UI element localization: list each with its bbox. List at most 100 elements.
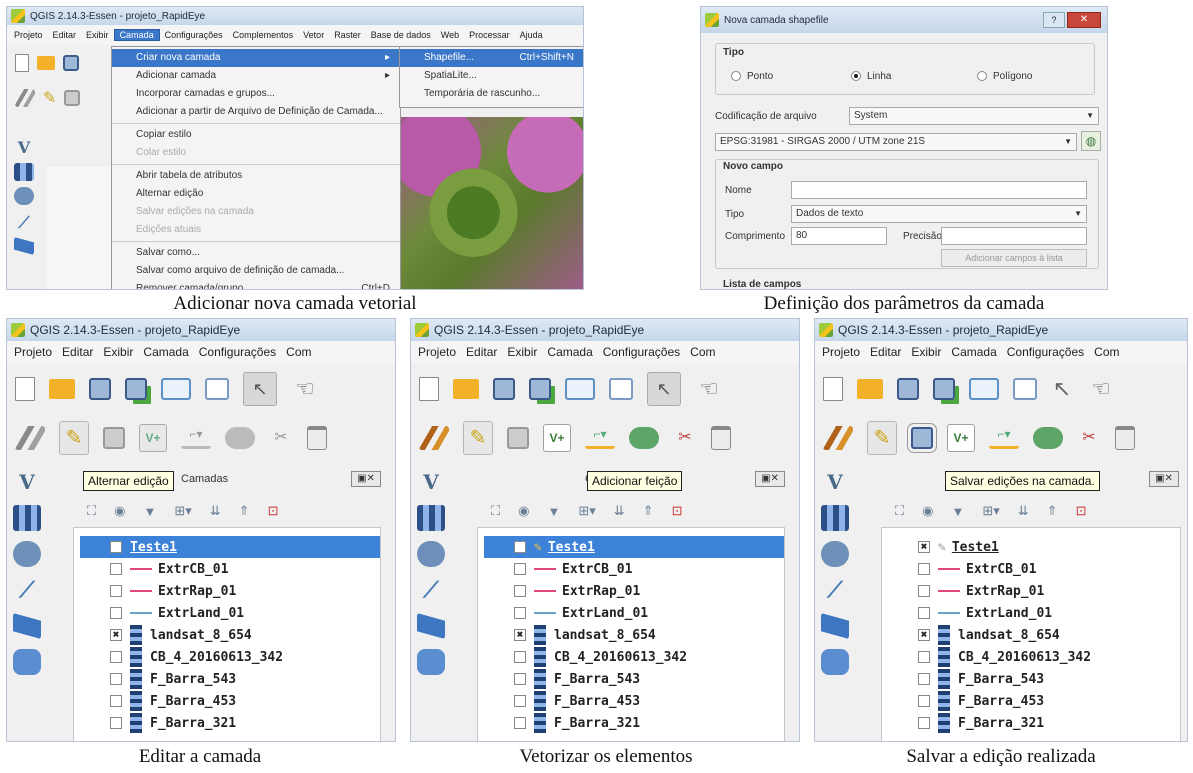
help-button[interactable]: ? [1043,12,1065,28]
layer-checkbox[interactable]: ✖ [514,629,526,641]
layer-checkbox[interactable] [514,563,526,575]
layer-checkbox[interactable] [110,695,122,707]
layer-checkbox[interactable] [918,695,930,707]
save-project-icon[interactable] [63,55,79,71]
add-raster-icon[interactable] [821,505,849,531]
add-feature-icon[interactable]: V+ [139,424,167,452]
add-raster-icon[interactable] [13,505,41,531]
save-as-icon[interactable] [125,378,147,400]
layer-row-extrcb[interactable]: ExtrCB_01 [484,558,784,580]
menu-configuracoes[interactable]: Configurações [194,345,281,359]
menu-configuracoes[interactable]: Configurações [598,345,685,359]
cut-features-icon[interactable]: ✂ [673,427,697,449]
add-shape-icon[interactable] [14,237,34,255]
layer-checkbox[interactable]: ✖ [110,629,122,641]
radio-poligono[interactable]: Polígono [977,71,1032,82]
close-window-button[interactable]: ✕ [1067,12,1101,28]
new-project-icon[interactable] [419,377,439,401]
select-tool-icon[interactable]: ↖ [647,372,681,406]
layer-checkbox[interactable] [110,563,122,575]
add-delimited-icon[interactable] [13,649,41,675]
menu-exibir[interactable]: Exibir [98,345,138,359]
save-as-icon[interactable] [529,378,551,400]
add-vector-icon[interactable]: V [417,469,445,495]
new-composer-icon[interactable] [969,378,999,400]
menu-item-criar-nova-camada[interactable]: Criar nova camada ▸ [112,49,400,67]
layer-checkbox[interactable] [514,585,526,597]
layer-row-fbarra453[interactable]: F_Barra_453 [80,690,380,712]
save-project-icon[interactable] [89,378,111,400]
layer-checkbox[interactable] [514,717,526,729]
radio-linha-circle[interactable] [851,71,861,82]
menu-item-remover-camada[interactable]: Remover camada/grupo Ctrl+D [112,280,400,289]
move-feature-icon[interactable] [1033,427,1063,449]
layer-checkbox[interactable] [110,607,122,619]
menu-base-de-dados[interactable]: Base de dados [366,30,436,40]
save-edits-icon[interactable] [103,427,125,449]
menu-complementos[interactable]: Com [281,345,316,359]
menu-item-alternar-edicao[interactable]: Alternar edição [112,185,400,203]
remove-layer-icon[interactable]: ⊡ [672,503,683,519]
layer-row-fbarra453[interactable]: F_Barra_453 [888,690,1180,712]
collapse-icon[interactable]: ⇊ [1018,503,1029,519]
layer-row-extrrap[interactable]: ExtrRap_01 [80,580,380,602]
add-delimited-icon[interactable] [417,649,445,675]
new-project-icon[interactable] [823,377,843,401]
layer-row-extrcb[interactable]: ExtrCB_01 [888,558,1180,580]
open-project-icon[interactable] [857,379,883,399]
pan-hand-icon[interactable]: ☜ [695,374,723,404]
add-raster-icon[interactable] [417,505,445,531]
layer-checkbox[interactable]: ✖ [918,629,930,641]
cut-features-icon[interactable]: ✂ [1077,427,1101,449]
layer-row-landsat[interactable]: ✖ landsat_8_654 [80,624,380,646]
current-edits-icon[interactable] [419,426,449,450]
menu-web[interactable]: Web [436,30,464,40]
current-edits-icon[interactable] [823,426,853,450]
new-project-icon[interactable] [15,54,29,72]
menu-camada[interactable]: Camada [946,345,1001,359]
filter-icon[interactable]: ▼ [951,504,964,519]
encoding-select[interactable]: System ▼ [849,107,1099,125]
radio-ponto[interactable]: Ponto [731,71,773,82]
menu-exibir[interactable]: Exibir [502,345,542,359]
menu-item-salvar-como[interactable]: Salvar como... [112,244,400,262]
menu-projeto[interactable]: Projeto [413,345,461,359]
layer-row-cb4[interactable]: CB_4_20160613_342 [80,646,380,668]
menu-editar[interactable]: Editar [461,345,502,359]
layer-checkbox[interactable] [514,673,526,685]
toggle-edit-icon[interactable]: ✎ [43,88,56,108]
add-wms-icon[interactable] [821,541,849,567]
menu-editar[interactable]: Editar [48,30,82,40]
layer-checkbox[interactable]: ✖ [110,541,122,553]
select-tool-icon[interactable]: ↖ [1051,374,1073,404]
comprimento-input[interactable]: 80 [791,227,887,245]
open-layer-styling-icon[interactable]: ⛶ [87,503,96,519]
current-edits-icon[interactable] [15,426,45,450]
close-panel-button[interactable]: ▣✕ [1149,471,1179,487]
composer-manager-icon[interactable] [205,378,229,400]
toggle-edit-icon[interactable]: ✎ [59,421,89,455]
composer-manager-icon[interactable] [609,378,633,400]
submenu-item-temporaria[interactable]: Temporária de rascunho... [400,85,583,103]
nome-input[interactable] [791,181,1087,199]
submenu-item-shapefile[interactable]: Shapefile... Ctrl+Shift+N [400,49,583,67]
layer-row-cb4[interactable]: CB_4_20160613_342 [888,646,1180,668]
pan-hand-icon[interactable]: ☜ [1087,374,1115,404]
menu-item-adicionar-camada[interactable]: Adicionar camada ▸ [112,67,400,85]
add-spatialite-icon[interactable]: ⟋ [10,211,38,232]
menu-camada[interactable]: Camada [542,345,597,359]
remove-layer-icon[interactable]: ⊡ [268,503,279,519]
layer-row-fbarra321[interactable]: F_Barra_321 [484,712,784,734]
add-field-button[interactable]: Adicionar campos à lista [941,249,1087,267]
menu-vetor[interactable]: Vetor [298,30,329,40]
new-composer-icon[interactable] [565,378,595,400]
layer-row-extrland[interactable]: ExtrLand_01 [484,602,784,624]
menu-processar[interactable]: Processar [464,30,515,40]
open-project-icon[interactable] [37,56,55,70]
delete-selected-icon[interactable] [307,426,327,450]
save-project-icon[interactable] [897,378,919,400]
remove-layer-icon[interactable]: ⊡ [1076,503,1087,519]
layer-row-landsat[interactable]: ✖ landsat_8_654 [484,624,784,646]
add-delimited-icon[interactable] [821,649,849,675]
crs-selector-button[interactable]: ◍ [1081,131,1101,151]
